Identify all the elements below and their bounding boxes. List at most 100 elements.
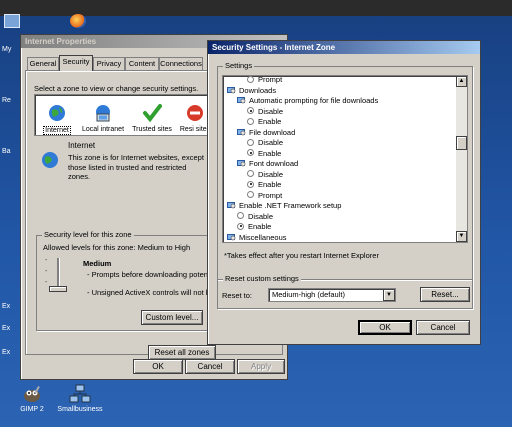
scroll-down-icon[interactable]: ▼ — [456, 231, 467, 242]
security-settings-titlebar[interactable]: Security Settings - Internet Zone — [208, 41, 480, 54]
radio-unchecked-icon[interactable] — [247, 117, 254, 125]
settings-row-label: Enable — [248, 222, 272, 231]
settings-row-label: Prompt — [258, 75, 283, 84]
settings-row-label: Automatic prompting for file downloads — [249, 96, 379, 105]
zone-trusted-sites-label: Trusted sites — [132, 126, 172, 133]
ok-button[interactable]: OK — [133, 359, 183, 374]
settings-row-label: Font download — [249, 159, 299, 168]
level-name: Medium — [83, 259, 112, 268]
radio-unchecked-icon[interactable] — [237, 212, 244, 220]
scroll-up-icon[interactable]: ▲ — [456, 76, 467, 87]
radio-unchecked-icon[interactable] — [247, 191, 254, 199]
restricted-icon — [185, 103, 205, 123]
settings-row-label: Disable — [248, 211, 274, 221]
tab-connections[interactable]: Connections — [159, 57, 203, 70]
radio-checked-icon[interactable] — [237, 222, 244, 230]
radio-unchecked-icon[interactable] — [247, 76, 254, 83]
settings-gear-icon — [237, 159, 246, 167]
reset-to-select[interactable]: Medium-high (default) ▼ — [268, 288, 396, 302]
zone-internet[interactable]: Internet — [37, 95, 77, 135]
settings-gear-icon — [237, 96, 246, 104]
settings-option[interactable]: Enable — [247, 180, 281, 191]
settings-group: Settings Prompt Downloads Automatic prompt… — [217, 61, 473, 280]
reset-all-zones-button[interactable]: Reset all zones — [148, 345, 216, 360]
desktop-label-ex-2[interactable]: Ex — [2, 325, 10, 332]
apply-button[interactable]: Apply — [237, 359, 285, 374]
reset-button[interactable]: Reset... — [420, 287, 470, 302]
settings-gear-icon — [227, 86, 236, 94]
settings-option[interactable]: Enable — [247, 117, 281, 128]
reset-custom-group: Reset custom settings Reset to: Medium-h… — [217, 274, 473, 309]
settings-category[interactable]: Downloads — [227, 86, 276, 97]
globe-icon — [47, 103, 67, 123]
desktop-label-my[interactable]: My — [2, 46, 11, 53]
settings-row-label: Prompt — [258, 190, 283, 200]
security-slider-ticks: - - - — [45, 257, 48, 286]
zone-local-intranet-label: Local intranet — [81, 126, 125, 133]
settings-category[interactable]: Font download — [237, 159, 298, 170]
radio-checked-icon[interactable] — [247, 149, 254, 157]
settings-gear-icon — [227, 201, 236, 209]
zone-trusted-sites[interactable]: Trusted sites — [129, 95, 175, 133]
reset-custom-legend: Reset custom settings — [223, 274, 301, 283]
settings-row-label: Disable — [258, 138, 284, 147]
settings-option[interactable]: Disable — [247, 138, 283, 149]
settings-option[interactable]: Disable — [247, 107, 283, 118]
security-slider-thumb[interactable] — [49, 286, 67, 292]
desktop-label-re[interactable]: Re — [2, 97, 11, 104]
settings-row-label: Disable — [258, 169, 284, 179]
zone-title: Internet — [68, 141, 96, 150]
desktop-icon-smallbusiness-label: Smallbusiness — [57, 406, 103, 413]
cancel-button[interactable]: Cancel — [185, 359, 235, 374]
settings-row-label: Miscellaneous — [239, 232, 287, 242]
settings-category[interactable]: File download — [237, 128, 295, 139]
computer-icon[interactable] — [4, 14, 20, 28]
zone-local-intranet[interactable]: Local intranet — [79, 95, 127, 133]
desktop-label-ex-1[interactable]: Ex — [2, 303, 10, 310]
radio-unchecked-icon[interactable] — [247, 170, 254, 178]
settings-row-label: Enable .NET Framework setup — [239, 201, 342, 210]
settings-category[interactable]: Automatic prompting for file downloads — [237, 96, 378, 107]
restart-note: *Takes effect after you restart Internet… — [224, 251, 379, 260]
security-settings-dialog: Security Settings - Internet Zone Settin… — [207, 40, 481, 345]
gimp-icon — [21, 384, 43, 404]
settings-scrollbar[interactable]: ▲ ▼ — [456, 76, 467, 242]
radio-unchecked-icon[interactable] — [247, 138, 254, 146]
settings-tree: Prompt Downloads Automatic prompting for f… — [222, 75, 468, 243]
tab-privacy[interactable]: Privacy — [93, 57, 125, 70]
zone-internet-label: Internet — [43, 126, 71, 135]
settings-row-label: Downloads — [239, 85, 277, 95]
chevron-down-icon[interactable]: ▼ — [383, 289, 395, 301]
desktop-label-ba[interactable]: Ba — [2, 148, 11, 155]
settings-option[interactable]: Disable — [247, 170, 283, 181]
scroll-thumb[interactable] — [456, 136, 467, 150]
settings-legend: Settings — [223, 61, 255, 70]
zone-description: This zone is for Internet websites, exce… — [68, 153, 204, 181]
reset-to-value: Medium-high (default) — [272, 290, 345, 299]
tab-general[interactable]: General — [27, 57, 59, 70]
ok-button[interactable]: OK — [358, 320, 412, 335]
tab-content[interactable]: Content — [125, 57, 159, 70]
cancel-button[interactable]: Cancel — [416, 320, 470, 335]
settings-option[interactable]: Disable — [237, 212, 273, 223]
allowed-levels-text: Allowed levels for this zone: Medium to … — [43, 243, 191, 252]
network-icon — [69, 384, 91, 404]
reset-to-label: Reset to: — [222, 291, 253, 300]
settings-row-label: Disable — [258, 106, 284, 116]
intranet-icon — [93, 103, 113, 123]
settings-tree-rows: Prompt Downloads Automatic prompting for f… — [223, 76, 457, 242]
firefox-icon[interactable] — [70, 14, 86, 28]
radio-checked-icon[interactable] — [247, 107, 254, 115]
settings-option[interactable]: Prompt — [247, 75, 283, 86]
custom-level-button[interactable]: Custom level... — [141, 310, 203, 325]
radio-checked-icon[interactable] — [247, 180, 254, 188]
tab-security[interactable]: Security — [59, 55, 93, 71]
desktop-icon-smallbusiness[interactable]: Smallbusiness — [52, 384, 108, 413]
settings-category[interactable]: Enable .NET Framework setup — [227, 201, 341, 212]
settings-option[interactable]: Prompt — [247, 191, 282, 202]
settings-option[interactable]: Enable — [247, 149, 281, 160]
settings-category[interactable]: Miscellaneous — [227, 232, 287, 243]
settings-row-label: File download — [249, 127, 296, 137]
settings-option[interactable]: Enable — [237, 222, 271, 233]
desktop-label-ex-3[interactable]: Ex — [2, 349, 10, 356]
